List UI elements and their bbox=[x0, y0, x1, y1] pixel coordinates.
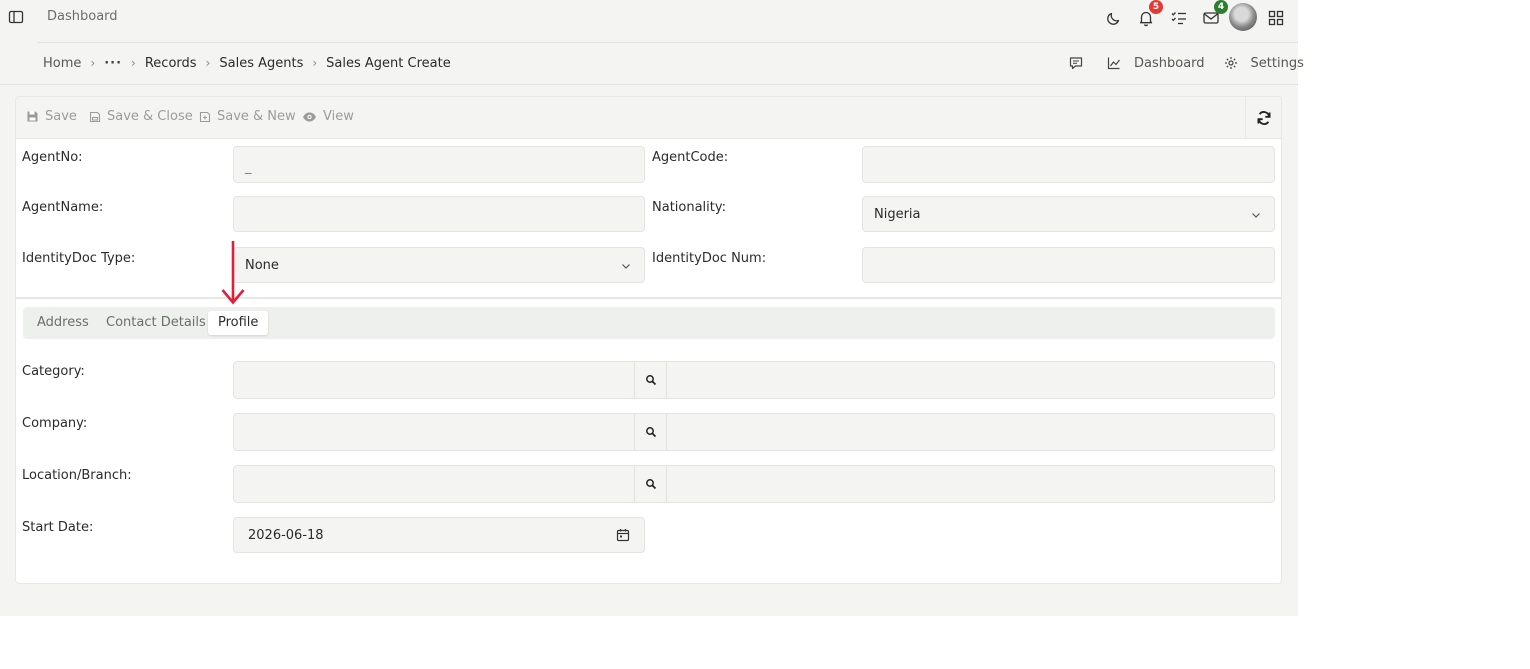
top-bar: Dashboard 5 4 bbox=[0, 0, 1298, 38]
dashboard-link[interactable]: Dashboard bbox=[1107, 56, 1205, 71]
floppy-icon bbox=[27, 111, 38, 122]
search-icon bbox=[645, 375, 656, 386]
chevron-down-icon bbox=[622, 264, 630, 269]
company-description bbox=[667, 414, 1274, 450]
nationality-value: Nigeria bbox=[874, 206, 921, 222]
detail-tabs: Address Contact Details Profile bbox=[23, 307, 1275, 339]
agent-code-field[interactable] bbox=[862, 146, 1275, 183]
comment-icon[interactable] bbox=[1069, 56, 1083, 70]
topbar-divider bbox=[37, 42, 1298, 43]
breadcrumb-ellipsis[interactable]: ··· bbox=[104, 56, 122, 71]
settings-link[interactable]: Settings bbox=[1224, 56, 1304, 71]
save-button-label: Save bbox=[45, 109, 77, 124]
breadcrumb-records[interactable]: Records bbox=[145, 56, 197, 71]
category-label: Category: bbox=[22, 364, 85, 379]
company-label: Company: bbox=[22, 416, 88, 431]
agent-no-label: AgentNo: bbox=[22, 150, 83, 165]
tab-contact-details[interactable]: Contact Details bbox=[96, 311, 216, 335]
breadcrumb-actions: Dashboard Settings bbox=[1069, 54, 1304, 72]
notifications-button[interactable]: 5 bbox=[1137, 0, 1163, 27]
company-search-button[interactable] bbox=[634, 414, 667, 450]
company-input[interactable] bbox=[234, 414, 634, 450]
save-close-button-label: Save & Close bbox=[107, 109, 193, 124]
breadcrumb-current: Sales Agent Create bbox=[326, 55, 451, 71]
apps-grid-icon[interactable] bbox=[1267, 9, 1285, 27]
nationality-select[interactable]: Nigeria bbox=[862, 196, 1275, 232]
identity-doc-num-field[interactable] bbox=[862, 247, 1275, 283]
chevron-right-icon: › bbox=[205, 56, 211, 70]
agent-name-field[interactable] bbox=[233, 196, 645, 232]
refresh-button[interactable] bbox=[1245, 97, 1281, 138]
chevron-right-icon: › bbox=[131, 56, 136, 70]
floppy-close-icon bbox=[89, 111, 101, 122]
category-input[interactable] bbox=[234, 362, 634, 398]
category-lookup bbox=[233, 361, 1275, 399]
start-date-value: 2026-06-18 bbox=[248, 527, 324, 543]
location-branch-input[interactable] bbox=[234, 466, 634, 502]
refresh-icon bbox=[1257, 110, 1270, 125]
category-search-button[interactable] bbox=[634, 362, 667, 398]
breadcrumb-divider bbox=[0, 84, 1298, 85]
breadcrumb: Home › ··· › Records › Sales Agents › Sa… bbox=[43, 54, 451, 72]
tasks-icon[interactable] bbox=[1170, 9, 1188, 27]
breadcrumb-sales-agents[interactable]: Sales Agents bbox=[219, 56, 303, 71]
save-close-button[interactable]: Save & Close bbox=[89, 109, 193, 124]
settings-link-label: Settings bbox=[1250, 55, 1304, 71]
chevron-right-icon: › bbox=[90, 56, 96, 70]
identity-doc-type-value: None bbox=[245, 257, 279, 273]
identity-doc-type-label: IdentityDoc Type: bbox=[22, 251, 136, 266]
identity-doc-type-select[interactable]: None bbox=[233, 247, 645, 283]
nationality-label: Nationality: bbox=[652, 200, 727, 215]
tab-address[interactable]: Address bbox=[27, 311, 99, 335]
chevron-down-icon bbox=[1252, 213, 1260, 218]
save-new-button[interactable]: Save & New bbox=[199, 109, 296, 124]
tab-profile[interactable]: Profile bbox=[208, 311, 269, 335]
agent-name-label: AgentName: bbox=[22, 200, 104, 215]
view-button-label: View bbox=[323, 109, 354, 124]
floppy-plus-icon bbox=[199, 111, 211, 122]
save-new-button-label: Save & New bbox=[217, 109, 296, 124]
agent-no-field[interactable]: _ bbox=[233, 146, 645, 183]
start-date-label: Start Date: bbox=[22, 520, 94, 535]
chevron-right-icon: › bbox=[312, 56, 318, 70]
company-lookup bbox=[233, 413, 1275, 451]
annotation-arrow-icon bbox=[221, 241, 245, 305]
app-title[interactable]: Dashboard bbox=[47, 9, 118, 24]
view-button[interactable]: View bbox=[302, 109, 354, 124]
identity-doc-num-label: IdentityDoc Num: bbox=[652, 251, 767, 266]
agent-no-value: _ bbox=[245, 160, 252, 175]
location-branch-search-button[interactable] bbox=[634, 466, 667, 502]
gear-icon bbox=[1224, 57, 1237, 69]
start-date-field[interactable]: 2026-06-18 bbox=[233, 517, 645, 553]
search-icon bbox=[645, 479, 656, 490]
location-branch-lookup bbox=[233, 465, 1275, 503]
app-shell: Dashboard 5 4 Home › ··· › Records › Sal… bbox=[0, 0, 1304, 616]
sidebar-toggle-icon[interactable] bbox=[8, 9, 24, 25]
moon-icon[interactable] bbox=[1105, 9, 1123, 27]
location-branch-description bbox=[667, 466, 1274, 502]
location-branch-label: Location/Branch: bbox=[22, 468, 132, 483]
avatar[interactable] bbox=[1229, 3, 1257, 31]
calendar-icon[interactable] bbox=[616, 528, 630, 542]
mail-badge: 4 bbox=[1214, 0, 1228, 14]
mail-button[interactable]: 4 bbox=[1202, 0, 1228, 27]
chart-icon bbox=[1107, 57, 1120, 70]
notifications-badge: 5 bbox=[1149, 0, 1163, 14]
breadcrumb-home[interactable]: Home bbox=[43, 56, 81, 71]
form-toolbar: Save Save & Close Save & New View bbox=[15, 96, 1282, 139]
save-button[interactable]: Save bbox=[26, 109, 77, 124]
search-icon bbox=[645, 427, 656, 438]
dashboard-link-label: Dashboard bbox=[1134, 55, 1205, 71]
eye-icon bbox=[303, 112, 316, 121]
category-description bbox=[667, 362, 1274, 398]
agent-code-label: AgentCode: bbox=[652, 150, 729, 165]
